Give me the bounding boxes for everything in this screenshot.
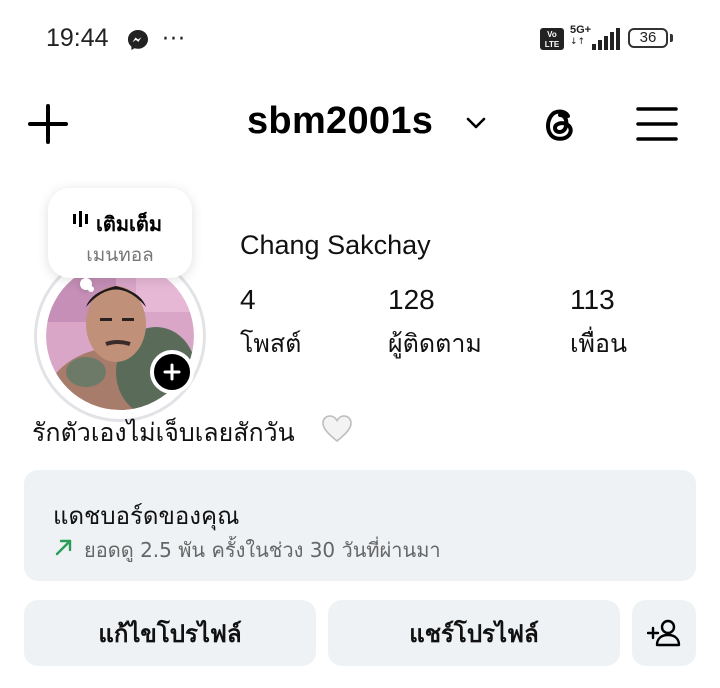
- threads-icon[interactable]: [538, 102, 582, 146]
- music-bars-icon: [73, 211, 88, 227]
- svg-text:Vo: Vo: [547, 30, 557, 39]
- menu-icon[interactable]: [636, 106, 678, 142]
- plus-icon[interactable]: [28, 104, 68, 144]
- status-time: 19:44: [46, 24, 109, 52]
- note-song-title: เติมเต็ม: [96, 212, 163, 236]
- bio: รักตัวเองไม่เจ็บเลยสักวัน: [32, 418, 295, 447]
- messenger-icon: [128, 30, 148, 50]
- battery-nub: [670, 34, 673, 42]
- edit-profile-label: แก้ไขโปรไฟล์: [98, 619, 242, 648]
- add-person-icon: [647, 619, 681, 647]
- share-profile-button[interactable]: แชร์โปรไฟล์: [328, 600, 620, 666]
- note-artist: เมนทอล: [86, 244, 154, 266]
- edit-profile-button[interactable]: แก้ไขโปรไฟล์: [24, 600, 316, 666]
- followers-label[interactable]: ผู้ติดตาม: [388, 324, 482, 364]
- more-icon: ···: [162, 27, 186, 52]
- note-bubble-tail-small: [88, 286, 94, 292]
- chevron-down-icon[interactable]: [466, 116, 486, 130]
- battery-level: 36: [639, 29, 657, 46]
- followers-count[interactable]: 128: [388, 284, 435, 316]
- share-profile-label: แชร์โปรไฟล์: [409, 619, 539, 648]
- volte-icon: Vo LTE: [540, 28, 564, 50]
- trend-up-icon: [55, 539, 72, 556]
- signal-icon: [592, 28, 620, 50]
- friends-count[interactable]: 113: [570, 284, 615, 316]
- dashboard-title: แดชบอร์ดของคุณ: [53, 502, 240, 530]
- friends-label[interactable]: เพื่อน: [570, 324, 627, 364]
- white-heart-icon: [322, 415, 352, 443]
- network-type: 5G+: [570, 24, 592, 36]
- plus-icon: [163, 363, 181, 381]
- posts-count[interactable]: 4: [240, 284, 256, 316]
- data-arrows-icon: ↓↑: [570, 37, 586, 47]
- posts-label[interactable]: โพสต์: [240, 324, 301, 364]
- discover-people-button[interactable]: [632, 600, 696, 666]
- full-name: Chang Sakchay: [240, 230, 431, 260]
- dashboard-views-summary: ยอดดู 2.5 พัน ครั้งในช่วง 30 วันที่ผ่านม…: [84, 538, 441, 562]
- svg-text:LTE: LTE: [545, 40, 560, 49]
- username-switcher[interactable]: sbm2001s: [247, 100, 433, 143]
